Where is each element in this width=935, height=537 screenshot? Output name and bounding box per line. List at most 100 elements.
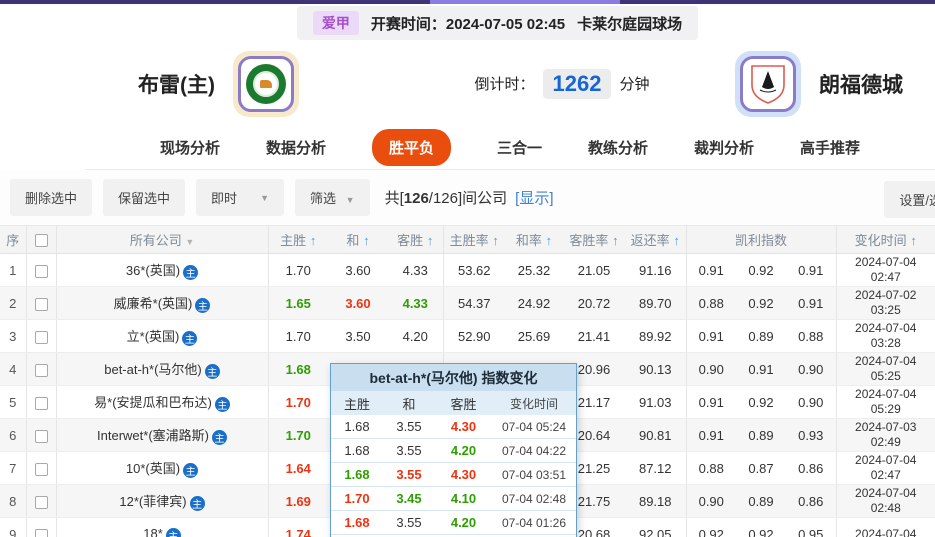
top-progress-segment [430, 0, 620, 4]
row-seq: 9 [0, 517, 27, 537]
company-name[interactable]: Interwet*(塞浦路斯) [97, 428, 209, 443]
home-rate: 54.37 [443, 286, 505, 320]
tab-2[interactable]: 数据分析 [266, 137, 326, 158]
return-rate: 89.18 [625, 484, 687, 518]
company-name[interactable]: 威廉希*(英国) [114, 296, 193, 311]
company-name[interactable]: 36*(英国) [126, 263, 180, 278]
row-checkbox[interactable] [34, 528, 48, 537]
draw-rate: 24.92 [505, 286, 563, 320]
away-rate: 20.72 [563, 286, 625, 320]
tab-5[interactable]: 教练分析 [588, 137, 648, 158]
popup-header-4: 变化时间 [509, 396, 558, 411]
row-checkbox[interactable] [34, 363, 48, 377]
kelly-3: 0.93 [786, 418, 837, 452]
row-checkbox[interactable] [34, 264, 48, 278]
home-odds: 1.70 [268, 385, 328, 419]
header-draw-odds[interactable]: 和 ↑ [328, 225, 388, 254]
home-odds: 1.68 [268, 352, 328, 386]
header-home-odds[interactable]: 主胜 ↑ [268, 225, 328, 254]
home-team-name: 布雷(主) [138, 73, 215, 97]
settings-button[interactable]: 设置/选 [884, 181, 935, 218]
change-time: 2024-07-04 02:47 [836, 253, 935, 287]
filter-dropdown[interactable]: 筛选 ▼ [295, 179, 370, 216]
header-company[interactable]: 所有公司 ▼ [56, 225, 269, 254]
tab-6[interactable]: 裁判分析 [694, 137, 754, 158]
home-odds: 1.64 [268, 451, 328, 485]
row-checkbox-cell [26, 286, 57, 320]
row-checkbox[interactable] [34, 297, 48, 311]
change-time: 2024-07-04 02:48 [836, 484, 935, 518]
kelly-1: 0.88 [686, 286, 736, 320]
company-cell: 立*(英国) 主 [56, 319, 269, 353]
away-team-logo [734, 50, 801, 117]
row-checkbox[interactable] [34, 462, 48, 476]
change-date: 2024-07-02 [855, 288, 917, 302]
kelly-2: 0.87 [736, 451, 786, 485]
company-cell: bet-at-h*(马尔他) 主 [56, 352, 269, 386]
company-name[interactable]: 10*(英国) [126, 461, 180, 476]
row-checkbox-cell [26, 484, 57, 518]
popup-change-time: 07-04 04:22 [501, 443, 567, 458]
keep-selected-button[interactable]: 保留选中 [103, 179, 186, 216]
countdown-value: 1262 [542, 68, 612, 99]
row-checkbox[interactable] [34, 429, 48, 443]
home-odds: 1.70 [268, 418, 328, 452]
home-rate: 52.90 [443, 319, 505, 353]
popup-home-odds: 1.70 [344, 491, 370, 506]
table-header-row: 序 所有公司 ▼ 主胜 ↑ 和 ↑ 客胜 ↑ 主胜率 ↑ 和率 ↑ 客胜率 ↑ … [0, 225, 935, 254]
change-date: 2024-07-03 [855, 420, 917, 434]
draw-rate: 25.69 [505, 319, 563, 353]
home-odds: 1.70 [268, 319, 328, 353]
header-change-time[interactable]: 变化时间 ↑ [836, 225, 935, 254]
home-team-group: 布雷(主) [138, 50, 299, 117]
company-name[interactable]: 易*(安提瓜和巴布达) [94, 395, 212, 410]
tab-7[interactable]: 高手推荐 [800, 137, 860, 158]
draw-odds: 3.60 [328, 253, 388, 287]
kelly-3: 0.91 [786, 253, 837, 287]
popup-change-time: 07-04 03:51 [501, 467, 567, 482]
header-away-rate[interactable]: 客胜率 ↑ [563, 225, 625, 254]
popup-draw-odds: 3.45 [396, 491, 422, 506]
show-link[interactable]: [显示] [515, 187, 553, 208]
header-return-rate[interactable]: 返还率 ↑ [625, 225, 687, 254]
company-name[interactable]: 立*(英国) [127, 329, 180, 344]
change-date: 2024-07-04 [855, 486, 917, 500]
change-clock: 03:28 [870, 336, 901, 350]
main-company-icon: 主 [182, 331, 198, 346]
tab-3[interactable]: 胜平负 [371, 128, 451, 166]
kelly-2: 0.92 [736, 517, 786, 537]
kelly-2: 0.92 [736, 286, 786, 320]
popup-draw-odds: 3.55 [396, 515, 422, 530]
live-odds-dropdown[interactable]: 即时 ▼ [196, 179, 285, 216]
kelly-3: 0.90 [786, 352, 837, 386]
row-seq: 5 [0, 385, 27, 419]
popup-header-1: 主胜 [343, 396, 370, 412]
change-date: 2024-07-04 [855, 387, 917, 401]
row-checkbox-cell [26, 517, 57, 537]
sort-up-icon: ↑ [426, 233, 434, 248]
change-time: 2024-07-03 02:49 [836, 418, 935, 452]
draw-rate: 25.32 [505, 253, 563, 287]
row-checkbox[interactable] [34, 396, 48, 410]
main-company-icon: 主 [204, 364, 220, 379]
header-draw-rate[interactable]: 和率 ↑ [505, 225, 563, 254]
company-name[interactable]: 18* [143, 526, 163, 537]
company-name[interactable]: bet-at-h*(马尔他) [104, 362, 202, 377]
header-home-rate[interactable]: 主胜率 ↑ [443, 225, 505, 254]
main-company-icon: 主 [183, 265, 199, 280]
change-clock: 02:49 [870, 435, 901, 449]
change-clock: 02:48 [870, 501, 901, 515]
delete-selected-button[interactable]: 删除选中 [10, 179, 93, 216]
row-checkbox[interactable] [34, 495, 48, 509]
kelly-2: 0.91 [736, 352, 786, 386]
sort-up-icon: ↑ [309, 233, 317, 248]
countdown-unit: 分钟 [619, 76, 650, 93]
header-away-odds[interactable]: 客胜 ↑ [388, 225, 444, 254]
tab-4[interactable]: 三合一 [497, 137, 542, 158]
home-odds: 1.70 [268, 253, 328, 287]
kelly-2: 0.89 [736, 319, 786, 353]
row-checkbox[interactable] [34, 330, 48, 344]
select-all-checkbox[interactable] [34, 234, 48, 248]
company-name[interactable]: 12*(菲律宾) [119, 494, 186, 509]
tab-1[interactable]: 现场分析 [160, 137, 220, 158]
